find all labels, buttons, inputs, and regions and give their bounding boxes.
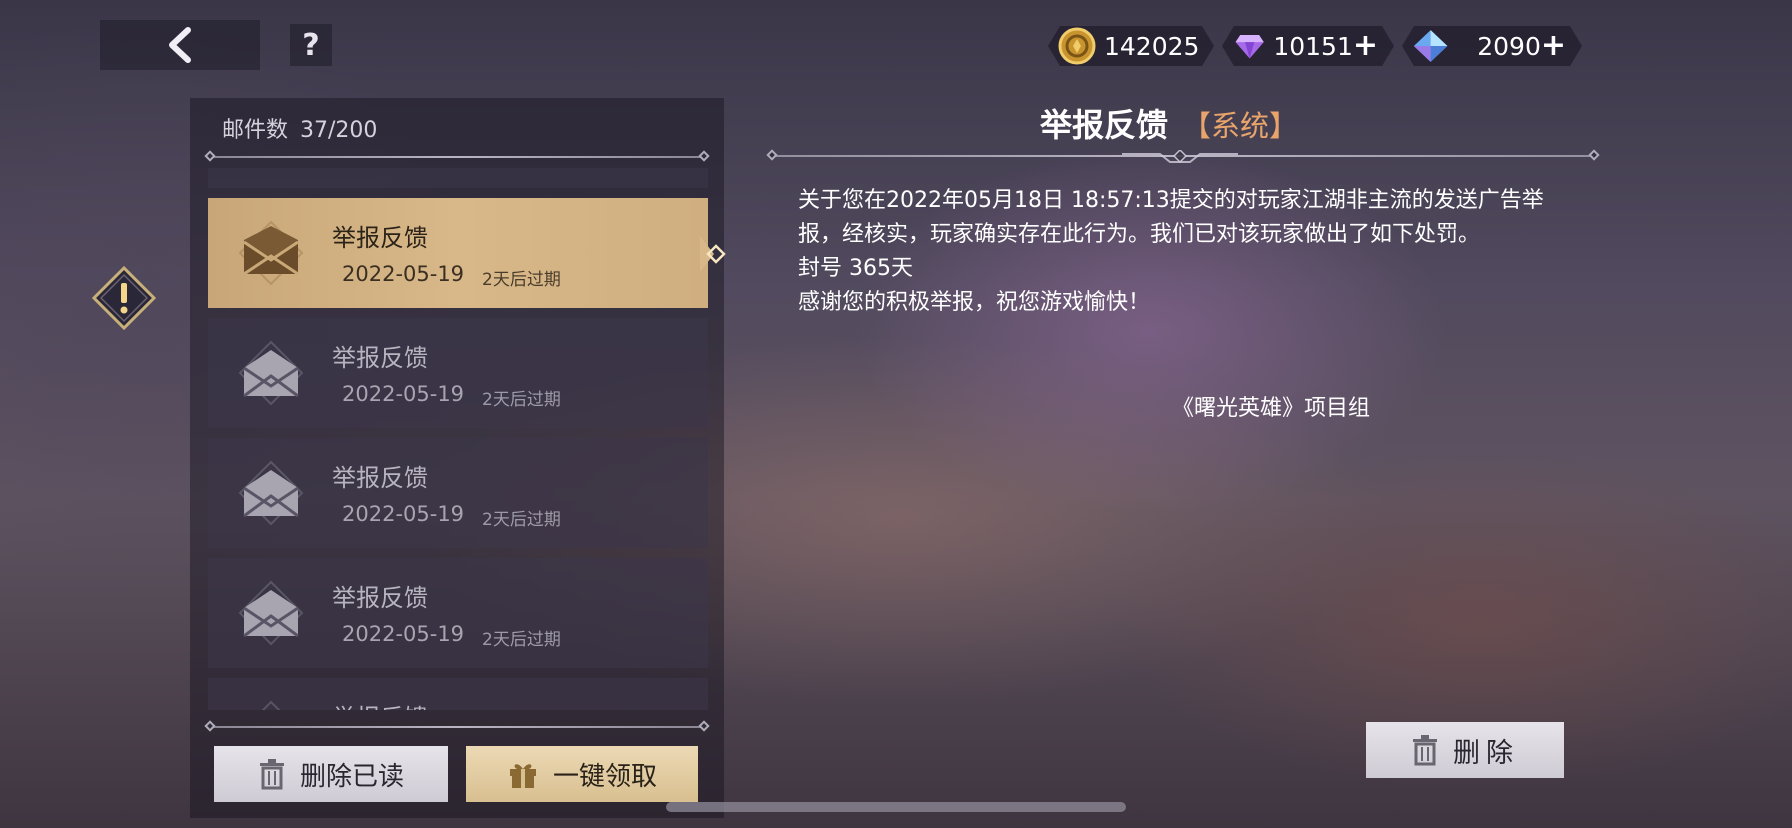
add-crystal-button[interactable]: + [1541,31,1566,61]
trash-icon [259,759,284,790]
delete-read-button[interactable]: 删除已读 [214,746,448,802]
purple-diamond-icon [1234,28,1265,64]
claim-all-label: 一键领取 [552,761,657,792]
back-button[interactable] [100,20,260,70]
divider [212,156,702,158]
mail-list[interactable]: 举报反馈 2022-05-19 2天后过期 举报反馈 2022-05-19 2天… [208,168,708,710]
mail-date: 2022-05-19 [342,502,465,526]
mail-item-2[interactable]: 举报反馈 2022-05-19 2天后过期 [208,318,708,428]
mail-body-line: 关于您在2022年05月18日 18:57:13提交的对玩家江湖非主流的发送广告… [798,188,1544,247]
envelope-open-icon [261,700,281,710]
help-button[interactable]: ? [290,24,332,66]
divider-end [1588,149,1600,161]
delete-read-label: 删除已读 [299,761,404,792]
selected-indicator-icon [700,236,726,272]
exclamation-icon [92,266,156,330]
envelope-open-icon [238,340,304,406]
trash-icon [1413,735,1437,766]
mail-title: 举报反馈 [332,584,428,612]
mail-title: 举报反馈 [332,464,428,492]
mail-expire: 2天后过期 [482,390,561,410]
mail-detail-tag: 【系统】 [1182,109,1299,143]
mail-title: 举报反馈 [332,224,428,252]
envelope-open-icon [238,580,304,646]
gold-value: 142025 [1104,31,1200,61]
claim-all-button[interactable]: 一键领取 [466,746,698,802]
delete-button[interactable]: 删除 [1366,722,1564,778]
mail-body-line: 感谢您的积极举报，祝您游戏愉快！ [798,290,1151,315]
help-icon: ? [302,27,320,63]
mail-title: 举报反馈 [332,698,428,710]
mail-date: 2022-05-19 [342,382,465,406]
mail-detail-title: 举报反馈 [1040,106,1169,144]
divider-end [766,149,778,161]
mail-title: 举报反馈 [332,344,428,372]
mail-item-4[interactable]: 举报反馈 2022-05-19 2天后过期 [208,558,708,668]
divider [212,726,702,728]
mail-expire: 2天后过期 [482,270,561,290]
list-item-partial-top [208,168,708,188]
mail-expire: 2天后过期 [482,630,561,650]
add-diamond-button[interactable]: + [1353,31,1378,61]
crystal-value: 2090 [1477,31,1541,61]
divider-ornament [1122,150,1238,164]
mail-item-3[interactable]: 举报反馈 2022-05-19 2天后过期 [208,438,708,548]
home-indicator[interactable] [666,802,1126,812]
diamond-value: 10151 [1273,31,1353,61]
blue-crystal-icon [1412,27,1449,65]
gold-coin-icon [1058,27,1096,65]
mail-date: 2022-05-19 [342,622,465,646]
mail-count-label: 邮件数 [222,118,289,143]
diamond-currency: 10151 + [1222,26,1394,66]
chevron-left-icon [169,27,191,63]
envelope-icon [238,220,304,286]
mail-count-value: 37/200 [300,118,378,143]
gold-currency: 142025 [1048,26,1214,66]
crystal-currency: 2090 + [1402,26,1582,66]
mail-item-1[interactable]: 举报反馈 2022-05-19 2天后过期 [208,198,708,308]
envelope-open-icon [238,460,304,526]
mail-item-5[interactable]: 举报反馈 [208,678,708,710]
delete-label: 删除 [1453,737,1519,769]
mail-expire: 2天后过期 [482,510,561,530]
mail-signature: 《曙光英雄》项目组 [1172,396,1371,421]
gift-icon [509,764,536,788]
mail-detail-body: 关于您在2022年05月18日 18:57:13提交的对玩家江湖非主流的发送广告… [798,184,1578,320]
notice-tab[interactable] [92,266,156,330]
mail-date: 2022-05-19 [342,262,465,286]
mail-count: 邮件数 37/200 [222,112,377,144]
mail-body-line: 封号 365天 [798,256,913,281]
